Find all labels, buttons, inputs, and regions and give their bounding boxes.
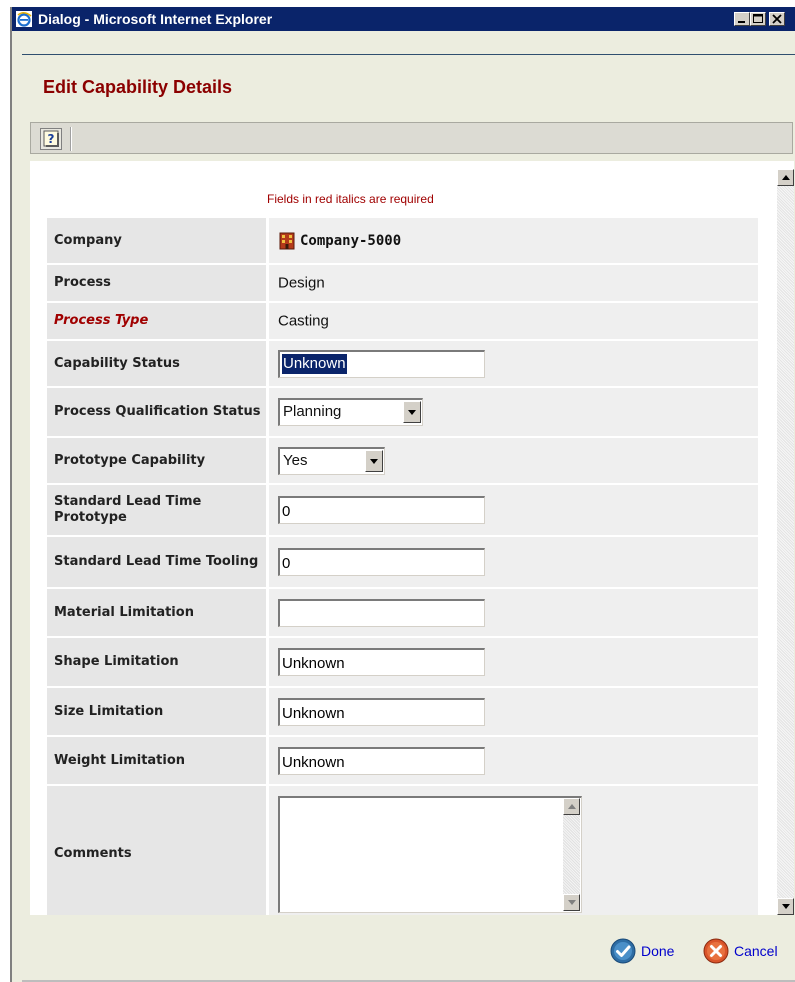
row-process-type: Process Type Casting [47, 303, 758, 339]
help-icon: ? [43, 130, 59, 147]
process-type-cell: Casting [269, 303, 758, 339]
row-std-lead-time-prototype: Standard Lead Time Prototype [47, 485, 758, 535]
maximize-button[interactable] [750, 12, 766, 26]
process-label: Process [47, 265, 266, 301]
capability-status-input[interactable] [278, 349, 485, 378]
row-std-lead-time-tooling: Standard Lead Time Tooling [47, 537, 758, 587]
size-limitation-label: Size Limitation [47, 688, 266, 735]
row-material-limitation: Material Limitation [47, 589, 758, 636]
cancel-label[interactable]: Cancel [734, 938, 778, 964]
weight-limitation-input[interactable] [278, 746, 485, 775]
shape-limitation-cell [269, 638, 758, 686]
required-note: Fields in red italics are required [267, 192, 434, 206]
help-button[interactable]: ? [40, 128, 62, 150]
svg-text:?: ? [48, 132, 55, 146]
std-lead-time-prototype-input[interactable] [278, 496, 485, 524]
chevron-down-icon[interactable] [365, 449, 383, 472]
close-icon [772, 14, 782, 24]
row-weight-limitation: Weight Limitation [47, 737, 758, 784]
done-button[interactable]: Done [610, 938, 686, 964]
scroll-down-icon[interactable] [777, 898, 794, 915]
prototype-capability-cell: Yes [269, 438, 758, 483]
dialog-window: Dialog - Microsoft Internet Explorer Edi… [10, 7, 795, 982]
toolbar: ? [30, 122, 793, 154]
ie-icon [16, 11, 32, 27]
x-icon [703, 938, 729, 964]
footer: Done Cancel [30, 915, 794, 982]
prototype-capability-label: Prototype Capability [47, 438, 266, 483]
form-area: Fields in red italics are required Compa… [30, 161, 794, 915]
row-comments: Comments [47, 786, 758, 915]
row-shape-limitation: Shape Limitation [47, 638, 758, 686]
header-divider [22, 54, 795, 55]
material-limitation-label: Material Limitation [47, 589, 266, 636]
window-title: Dialog - Microsoft Internet Explorer [38, 11, 273, 27]
std-lead-time-tooling-cell [269, 537, 758, 587]
building-icon [279, 232, 295, 249]
std-lead-time-tooling-label: Standard Lead Time Tooling [47, 537, 266, 587]
weight-limitation-label: Weight Limitation [47, 737, 266, 784]
chevron-down-icon[interactable] [403, 401, 421, 423]
std-lead-time-tooling-input[interactable] [278, 548, 485, 576]
scroll-down-icon[interactable] [563, 894, 580, 911]
weight-limitation-cell [269, 737, 758, 784]
process-qualification-status-cell: Planning [269, 388, 758, 436]
capability-status-label: Capability Status [47, 341, 266, 386]
size-limitation-input[interactable] [278, 697, 485, 726]
process-qualification-status-select[interactable]: Planning [278, 398, 423, 426]
scroll-up-icon[interactable] [777, 169, 794, 186]
comments-textarea[interactable] [278, 796, 582, 913]
close-button[interactable] [769, 12, 785, 26]
shape-limitation-input[interactable] [278, 648, 485, 676]
row-capability-status: Capability Status Unknown [47, 341, 758, 386]
company-cell: Company-5000 [269, 218, 758, 263]
process-type-value: Casting [278, 312, 329, 330]
page-title: Edit Capability Details [43, 77, 233, 97]
process-value: Design [278, 274, 325, 292]
done-label[interactable]: Done [641, 938, 674, 964]
process-qualification-status-value: Planning [283, 403, 342, 420]
checkmark-icon [610, 938, 636, 964]
minimize-button[interactable] [734, 12, 750, 26]
main-scrollbar[interactable] [777, 169, 794, 915]
shape-limitation-label: Shape Limitation [47, 638, 266, 686]
company-name[interactable]: Company-5000 [300, 233, 401, 249]
std-lead-time-prototype-cell [269, 485, 758, 535]
comments-cell [269, 786, 758, 915]
process-cell: Design [269, 265, 758, 301]
row-company: Company Company-5000 [47, 218, 758, 263]
material-limitation-cell [269, 589, 758, 636]
minimize-icon [738, 21, 745, 23]
cancel-button[interactable]: Cancel [703, 938, 791, 964]
toolbar-separator [70, 127, 72, 151]
size-limitation-cell [269, 688, 758, 735]
maximize-icon [753, 14, 763, 23]
material-limitation-input[interactable] [278, 598, 485, 627]
comments-scrollbar[interactable] [563, 798, 580, 911]
prototype-capability-select[interactable]: Yes [278, 446, 385, 475]
prototype-capability-value: Yes [283, 451, 308, 469]
capability-status-cell: Unknown [269, 341, 758, 386]
title-bar[interactable]: Dialog - Microsoft Internet Explorer [12, 7, 795, 31]
process-qualification-status-label: Process Qualification Status [47, 388, 266, 436]
row-size-limitation: Size Limitation [47, 688, 758, 735]
row-process: Process Design [47, 265, 758, 301]
company-label: Company [47, 218, 266, 263]
comments-label: Comments [47, 786, 266, 915]
row-process-qualification-status: Process Qualification Status Planning [47, 388, 758, 436]
process-type-label: Process Type [47, 303, 266, 339]
std-lead-time-prototype-label: Standard Lead Time Prototype [47, 485, 266, 535]
scroll-up-icon[interactable] [563, 798, 580, 815]
row-prototype-capability: Prototype Capability Yes [47, 438, 758, 483]
